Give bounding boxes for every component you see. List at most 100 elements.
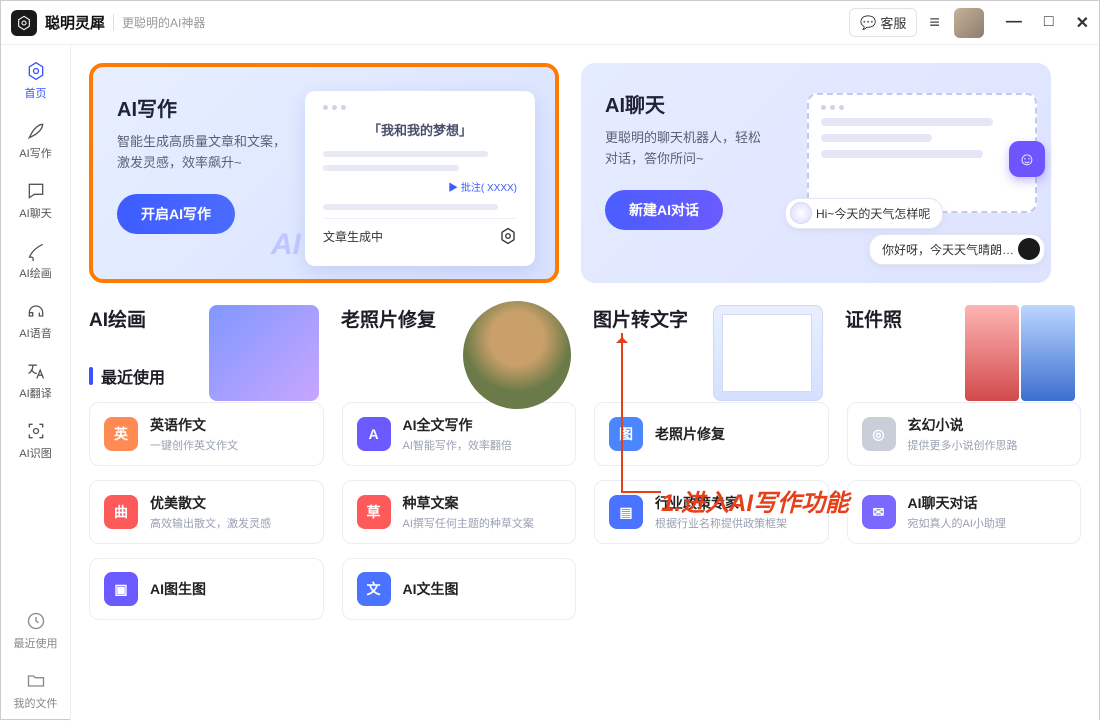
start-writing-button[interactable]: 开启AI写作 [117, 194, 235, 234]
app-name: 聪明灵犀 [45, 12, 105, 33]
clock-icon [24, 609, 48, 633]
recent-icon: ◎ [862, 417, 896, 451]
hero-writing-desc: 智能生成高质量文章和文案， 激发灵感，效率飙升~ [117, 132, 307, 174]
recent-card[interactable]: ▤ 行业政策专家根据行业名称提供政策框架 [594, 480, 829, 544]
recent-sub: 根据行业名称提供政策框架 [655, 515, 787, 531]
sidebar-item-files[interactable]: 我的文件 [14, 661, 58, 721]
recent-card[interactable]: 曲优美散文高效输出散文，激发灵感 [89, 480, 324, 544]
recent-icon: 图 [609, 417, 643, 451]
oldphoto-thumb [463, 301, 571, 409]
recent-card[interactable]: 草种草文案 AI撰写任何主题的种草文案 [342, 480, 577, 544]
recent-card[interactable]: 英英语作文一键创作英文作文 [89, 402, 324, 466]
sidebar-item-ocr[interactable]: AI识图 [1, 411, 70, 471]
sidebar-item-label: 我的文件 [14, 695, 58, 711]
sample-bubble-in: Hi~今天的天气怎样呢 [785, 198, 943, 229]
hero-card-chat[interactable]: AI聊天 更聪明的聊天机器人，轻松 对话，答你所问~ 新建AI对话 ☺ Hi~今… [581, 63, 1051, 283]
recent-title: AI图生图 [150, 579, 206, 599]
recent-card[interactable]: A AI全文写作 AI智能写作，效率翻倍 [342, 402, 577, 466]
recent-sub: 高效输出散文，激发灵感 [150, 515, 271, 531]
recent-title: AI文生图 [403, 579, 459, 599]
cs-label: 客服 [880, 13, 906, 32]
doc-status: 文章生成中 [323, 228, 383, 245]
avatar-icon [790, 202, 812, 224]
feather-icon [24, 119, 48, 143]
recent-title: 优美散文 [150, 493, 271, 513]
recent-icon: A [357, 417, 391, 451]
customer-service-button[interactable]: 💬 客服 [849, 8, 917, 37]
recent-title: 玄幻小说 [908, 415, 1018, 435]
brush-icon [24, 239, 48, 263]
img2txt-thumb: 武昌街的小调 有时候到重庆婚宴采书总会不自觉地想武昌街而去走一回，最近发现武昌街… [713, 305, 823, 401]
main-panel: AI写作 智能生成高质量文章和文案， 激发灵感，效率飙升~ 开启AI写作 AI … [71, 45, 1099, 721]
recent-title: 英语作文 [150, 415, 238, 435]
hero-card-writing[interactable]: AI写作 智能生成高质量文章和文案， 激发灵感，效率飙升~ 开启AI写作 AI … [89, 63, 559, 283]
recent-icon: 英 [104, 417, 138, 451]
avatar-icon [1018, 238, 1040, 260]
translate-icon [24, 359, 48, 383]
recent-card[interactable]: 文 AI文生图 [342, 558, 577, 620]
recent-icon: 文 [357, 572, 391, 606]
sidebar-item-chat[interactable]: AI聊天 [1, 171, 70, 231]
close-button[interactable]: ✕ [1076, 13, 1089, 33]
ai-tag: AI [271, 228, 301, 262]
idphoto-thumb [965, 305, 1075, 401]
annotation-arrow [621, 491, 661, 493]
recent-title: 种草文案 [403, 493, 534, 513]
sidebar-item-label: AI翻译 [19, 385, 51, 401]
tile-paint[interactable]: AI绘画 [89, 305, 319, 340]
sidebar-item-label: AI语音 [19, 325, 51, 341]
headphone-icon [24, 299, 48, 323]
app-subtitle: 更聪明的AI神器 [113, 14, 205, 31]
sidebar-item-writing[interactable]: AI写作 [1, 111, 70, 171]
recent-sub: AI智能写作，效率翻倍 [403, 437, 512, 453]
sidebar-item-recent[interactable]: 最近使用 [14, 601, 58, 661]
recent-sub: 一键创作英文作文 [150, 437, 238, 453]
recent-icon: ✉ [862, 495, 896, 529]
recent-card[interactable]: ◎ 玄幻小说提供更多小说创作思路 [847, 402, 1082, 466]
chat-preview-panel: ☺ Hi~今天的天气怎样呢 你好呀，今天天气晴朗… [807, 93, 1037, 263]
folder-icon [24, 669, 48, 693]
tile-oldphoto[interactable]: 老照片修复 [341, 305, 571, 340]
sidebar-item-home[interactable]: 首页 [1, 51, 70, 111]
sample-bubble-out: 你好呀，今天天气晴朗… [869, 234, 1045, 265]
sidebar-item-label: 最近使用 [14, 635, 58, 651]
recent-card[interactable]: ✉ AI聊天对话宛如真人的AI小助理 [847, 480, 1082, 544]
sidebar-item-label: AI聊天 [19, 205, 51, 221]
recent-title: 老照片修复 [655, 424, 725, 444]
app-logo-icon [11, 10, 37, 36]
recent-sub: 宛如真人的AI小助理 [908, 515, 1006, 531]
sidebar-item-paint[interactable]: AI绘画 [1, 231, 70, 291]
recent-card[interactable]: 图老照片修复 [594, 402, 829, 466]
sidebar-item-translate[interactable]: AI翻译 [1, 351, 70, 411]
paint-thumb [209, 305, 319, 401]
sidebar-item-voice[interactable]: AI语音 [1, 291, 70, 351]
titlebar: 聪明灵犀 更聪明的AI神器 💬 客服 ≡ — □ ✕ [1, 1, 1099, 45]
recent-icon: ▤ [609, 495, 643, 529]
recent-title: 行业政策专家 [655, 493, 787, 513]
doc-note: ▶ 批注( XXXX) [323, 179, 517, 194]
sidebar-item-label: AI写作 [19, 145, 51, 161]
home-icon [24, 59, 48, 83]
user-avatar[interactable] [954, 8, 984, 38]
maximize-button[interactable]: □ [1044, 13, 1054, 33]
recent-icon: ▣ [104, 572, 138, 606]
sidebar-item-label: AI识图 [19, 445, 51, 461]
chat-bubble-icon: 💬 [860, 15, 876, 31]
recent-sub: 提供更多小说创作思路 [908, 437, 1018, 453]
tile-idphoto[interactable]: 证件照 [845, 305, 1075, 340]
menu-icon[interactable]: ≡ [929, 12, 940, 33]
doc-title: 「我和我的梦想」 [323, 120, 517, 139]
minimize-button[interactable]: — [1006, 13, 1022, 33]
chat-icon [24, 179, 48, 203]
recent-icon: 草 [357, 495, 391, 529]
recent-sub: AI撰写任何主题的种草文案 [403, 515, 534, 531]
sidebar: 首页 AI写作 AI聊天 AI绘画 AI语音 AI翻译 AI识图 [1, 45, 71, 721]
scan-icon [24, 419, 48, 443]
recent-title: AI聊天对话 [908, 493, 1006, 513]
recent-card[interactable]: ▣ AI图生图 [89, 558, 324, 620]
recent-icon: 曲 [104, 495, 138, 529]
new-chat-button[interactable]: 新建AI对话 [605, 190, 723, 230]
recent-title: AI全文写作 [403, 415, 512, 435]
writing-preview-panel: AI 「我和我的梦想」 ▶ 批注( XXXX) 文章生成中 [305, 91, 535, 266]
annotation-arrow [621, 333, 623, 491]
